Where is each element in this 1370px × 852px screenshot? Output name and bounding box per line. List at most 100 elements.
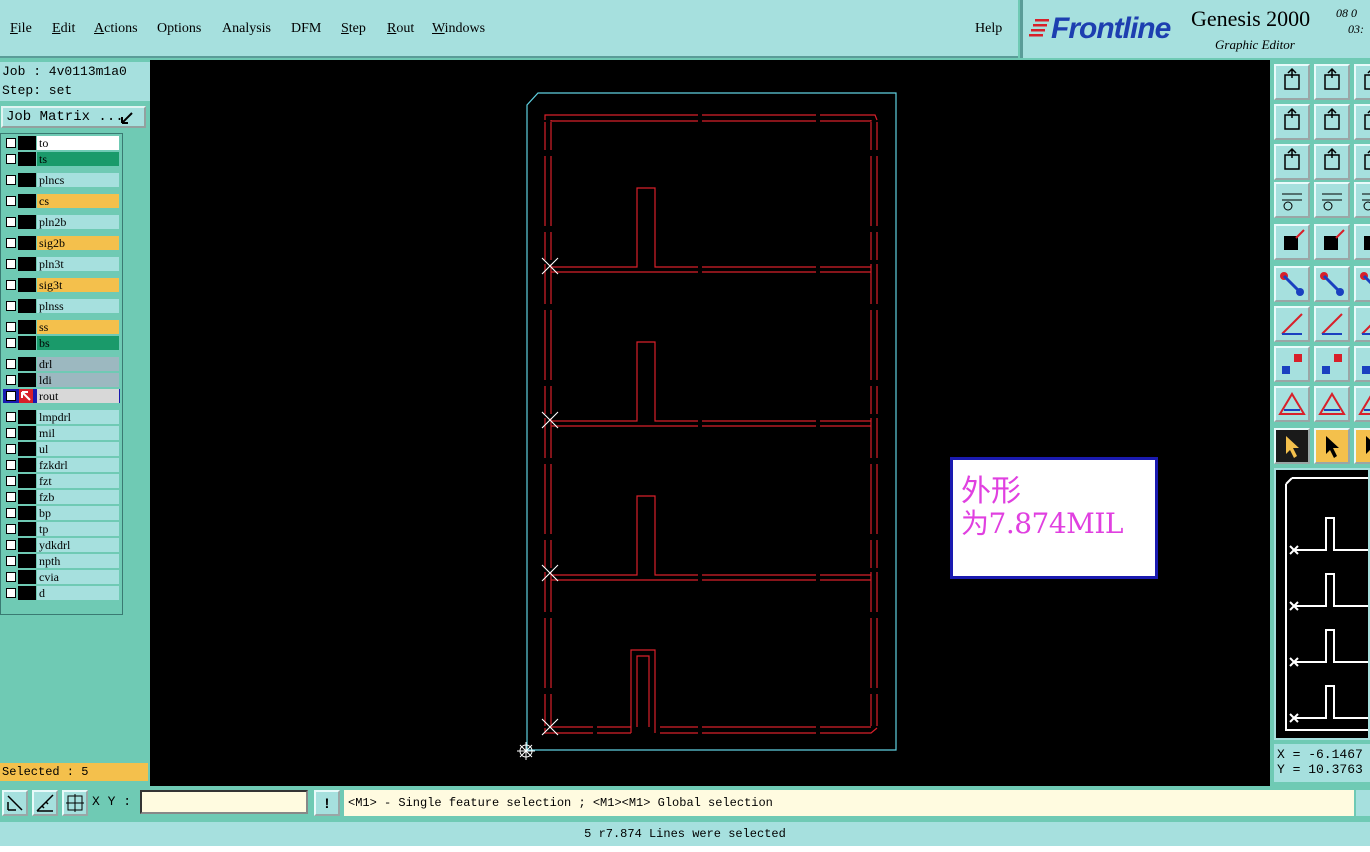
layer-checkbox[interactable] bbox=[6, 196, 16, 206]
layer-checkbox[interactable] bbox=[6, 460, 16, 470]
pan-right-button[interactable] bbox=[1354, 64, 1370, 100]
layer-checkbox[interactable] bbox=[6, 301, 16, 311]
layer-checkbox[interactable] bbox=[6, 280, 16, 290]
layer-checkbox[interactable] bbox=[6, 476, 16, 486]
layer-row-to[interactable]: to bbox=[3, 136, 120, 150]
layer-row-npth[interactable]: npth bbox=[3, 554, 120, 568]
layer-checkbox[interactable] bbox=[6, 175, 16, 185]
layer-row-ss[interactable]: ss bbox=[3, 320, 120, 334]
layer-checkbox[interactable] bbox=[6, 322, 16, 332]
bottom-right-button[interactable] bbox=[1356, 790, 1370, 816]
layer-checkbox[interactable] bbox=[6, 375, 16, 385]
layer-checkbox[interactable] bbox=[6, 238, 16, 248]
layer-row-bs[interactable]: bs bbox=[3, 336, 120, 350]
layer-checkbox[interactable] bbox=[6, 524, 16, 534]
layer-checkbox[interactable] bbox=[6, 412, 16, 422]
layer-row-cs[interactable]: cs bbox=[3, 194, 120, 208]
select-more-button[interactable] bbox=[1354, 428, 1370, 464]
text-tool-button[interactable] bbox=[1354, 224, 1370, 260]
layer-checkbox[interactable] bbox=[6, 492, 16, 502]
layer-checkbox[interactable] bbox=[6, 391, 16, 401]
layer-row-ydkdrl[interactable]: ydkdrl bbox=[3, 538, 120, 552]
menu-actions[interactable]: Actions bbox=[94, 21, 138, 37]
snap-button[interactable] bbox=[2, 790, 28, 816]
layer-row-ts[interactable]: ts bbox=[3, 152, 120, 166]
grid-button[interactable] bbox=[62, 790, 88, 816]
zoom-profile-button[interactable] bbox=[1314, 144, 1350, 180]
grid-tool-button[interactable] bbox=[1314, 182, 1350, 218]
layer-row-mil[interactable]: mil bbox=[3, 426, 120, 440]
layer-checkbox[interactable] bbox=[6, 428, 16, 438]
layer-row-rout[interactable]: rout bbox=[3, 389, 120, 403]
route-tool-button[interactable] bbox=[1354, 182, 1370, 218]
layer-row-fzb[interactable]: fzb bbox=[3, 490, 120, 504]
layer-checkbox[interactable] bbox=[6, 508, 16, 518]
menu-edit[interactable]: Edit bbox=[52, 21, 75, 37]
layer-row-plncs[interactable]: plncs bbox=[3, 173, 120, 187]
triangle-tool-button[interactable] bbox=[1274, 386, 1310, 422]
layer-row-cvia[interactable]: cvia bbox=[3, 570, 120, 584]
layer-row-d[interactable]: d bbox=[3, 586, 120, 600]
layer-row-fzkdrl[interactable]: fzkdrl bbox=[3, 458, 120, 472]
redo-button[interactable] bbox=[1354, 144, 1370, 180]
menu-analysis[interactable]: Analysis bbox=[222, 21, 271, 37]
surface-tool-button[interactable] bbox=[1314, 224, 1350, 260]
layer-row-sig3t[interactable]: sig3t bbox=[3, 278, 120, 292]
measure-button[interactable] bbox=[32, 790, 58, 816]
layer-row-plnss[interactable]: plnss bbox=[3, 299, 120, 313]
line-tool-button[interactable] bbox=[1274, 306, 1310, 342]
layer-row-lmpdrl[interactable]: lmpdrl bbox=[3, 410, 120, 424]
menu-file[interactable]: File bbox=[10, 21, 32, 37]
node-small-button[interactable] bbox=[1354, 266, 1370, 302]
copy-tool-button[interactable] bbox=[1274, 346, 1310, 382]
select-area-button[interactable] bbox=[1314, 428, 1350, 464]
arc-tool-button[interactable] bbox=[1314, 306, 1350, 342]
pan-right2-button[interactable] bbox=[1314, 104, 1350, 140]
menu-rout[interactable]: Rout bbox=[387, 21, 414, 37]
layer-row-tp[interactable]: tp bbox=[3, 522, 120, 536]
warning-button[interactable]: ! bbox=[314, 790, 340, 816]
layer-checkbox[interactable] bbox=[6, 444, 16, 454]
measure-tool-button[interactable] bbox=[1354, 346, 1370, 382]
snap-tool-button[interactable] bbox=[1274, 182, 1310, 218]
menu-options[interactable]: Options bbox=[157, 21, 201, 37]
menu-dfm[interactable]: DFM bbox=[291, 21, 321, 37]
layer-checkbox[interactable] bbox=[6, 259, 16, 269]
move-tool-button[interactable] bbox=[1354, 306, 1370, 342]
layer-checkbox[interactable] bbox=[6, 338, 16, 348]
layer-checkbox[interactable] bbox=[6, 359, 16, 369]
peak-tool-button[interactable] bbox=[1314, 386, 1350, 422]
layer-row-fzt[interactable]: fzt bbox=[3, 474, 120, 488]
delete-node-button[interactable] bbox=[1314, 266, 1350, 302]
layer-row-bp[interactable]: bp bbox=[3, 506, 120, 520]
layer-row-pln2b[interactable]: pln2b bbox=[3, 215, 120, 229]
overview-window[interactable] bbox=[1274, 468, 1370, 740]
layer-row-sig2b[interactable]: sig2b bbox=[3, 236, 120, 250]
layer-checkbox[interactable] bbox=[6, 138, 16, 148]
pan-up-button[interactable] bbox=[1314, 64, 1350, 100]
menu-windows[interactable]: Windows bbox=[432, 21, 485, 37]
pad-tool-button[interactable] bbox=[1274, 224, 1310, 260]
layer-row-ul[interactable]: ul bbox=[3, 442, 120, 456]
layer-checkbox[interactable] bbox=[6, 588, 16, 598]
zoom-home-button[interactable] bbox=[1274, 64, 1310, 100]
layer-checkbox[interactable] bbox=[6, 556, 16, 566]
cut-tool-button[interactable] bbox=[1314, 346, 1350, 382]
layer-checkbox[interactable] bbox=[6, 154, 16, 164]
layer-row-drl[interactable]: drl bbox=[3, 357, 120, 371]
xy-input[interactable] bbox=[140, 790, 308, 814]
layer-row-ldi[interactable]: ldi bbox=[3, 373, 120, 387]
zoom-fit-button[interactable] bbox=[1274, 144, 1310, 180]
layer-checkbox[interactable] bbox=[6, 217, 16, 227]
peak-red-button[interactable] bbox=[1354, 386, 1370, 422]
layer-checkbox[interactable] bbox=[6, 540, 16, 550]
undo-button[interactable] bbox=[1354, 104, 1370, 140]
select-tool-button[interactable] bbox=[1274, 428, 1310, 464]
layer-row-pln3t[interactable]: pln3t bbox=[3, 257, 120, 271]
node-tool-button[interactable] bbox=[1274, 266, 1310, 302]
menu-help[interactable]: Help bbox=[975, 21, 1002, 37]
graphic-canvas[interactable]: 外形 为7.874MIL bbox=[150, 60, 1270, 786]
layer-checkbox[interactable] bbox=[6, 572, 16, 582]
job-matrix-button[interactable]: Job Matrix ... bbox=[1, 106, 146, 128]
menu-step[interactable]: Step bbox=[341, 21, 366, 37]
